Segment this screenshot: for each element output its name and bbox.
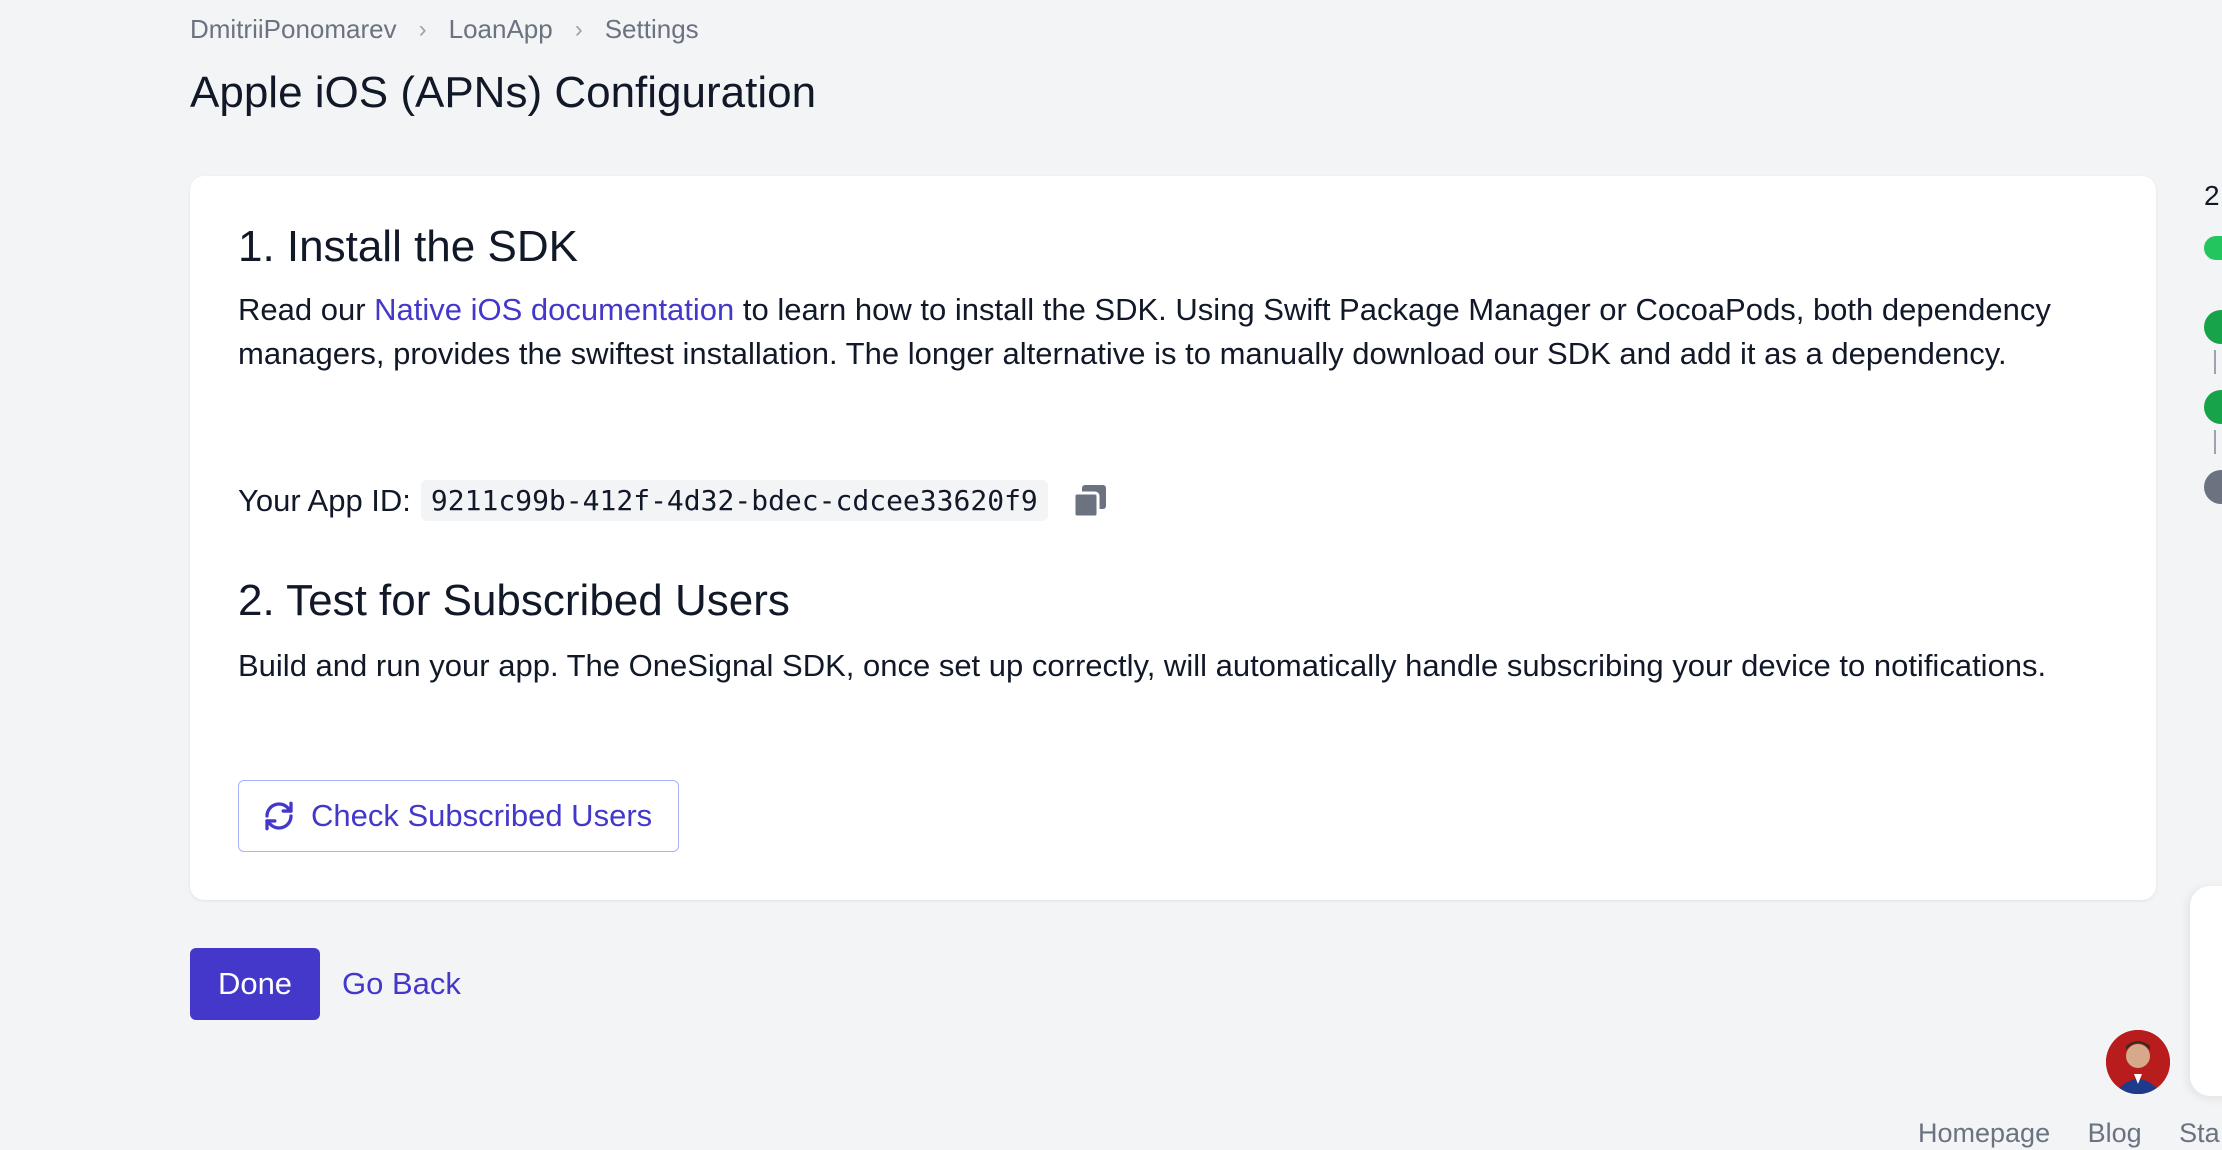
step-pending-icon (2204, 470, 2222, 504)
side-panel (2190, 886, 2222, 1096)
app-id-row: Your App ID: 9211c99b-412f-4d32-bdec-cdc… (238, 480, 1108, 521)
breadcrumb: DmitriiPonomarev › LoanApp › Settings (190, 14, 699, 45)
progress-toggle[interactable] (2204, 236, 2222, 260)
go-back-link[interactable]: Go Back (342, 966, 461, 1002)
step-complete-icon (2204, 310, 2222, 344)
breadcrumb-app-link[interactable]: LoanApp (449, 14, 553, 45)
refresh-icon (261, 798, 297, 834)
step2-description: Build and run your app. The OneSignal SD… (238, 648, 2047, 683)
footer-link-status[interactable]: Sta (2179, 1118, 2220, 1148)
step1-title: 1. Install the SDK (238, 222, 578, 271)
step-connector (2214, 430, 2216, 454)
check-subscribed-users-button[interactable]: Check Subscribed Users (238, 780, 680, 852)
step1-description: Read our Native iOS documentation to lea… (238, 288, 2118, 376)
breadcrumb-separator: › (574, 15, 583, 43)
breadcrumb-separator: › (418, 15, 427, 43)
footer-link-homepage[interactable]: Homepage (1918, 1118, 2050, 1148)
done-button[interactable]: Done (190, 948, 320, 1020)
step-complete-icon (2204, 390, 2222, 424)
app-id-value: 9211c99b-412f-4d32-bdec-cdcee33620f9 (420, 480, 1048, 521)
support-chat-avatar[interactable] (2106, 1030, 2170, 1094)
progress-number: 2 (2204, 180, 2220, 211)
breadcrumb-org-link[interactable]: DmitriiPonomarev (190, 14, 397, 45)
step-connector (2214, 350, 2216, 374)
setup-card: 1. Install the SDK Read our Native iOS d… (190, 176, 2156, 900)
app-id-label: Your App ID: (238, 482, 411, 518)
breadcrumb-settings-link[interactable]: Settings (605, 14, 699, 45)
footer-link-blog[interactable]: Blog (2088, 1118, 2142, 1148)
step1-text-before: Read our (238, 292, 375, 327)
footer: Homepage Blog Sta (1918, 1118, 2222, 1149)
check-subscribed-users-label: Check Subscribed Users (311, 798, 653, 833)
copy-icon[interactable] (1072, 483, 1108, 519)
step2-title: 2. Test for Subscribed Users (238, 576, 790, 625)
native-ios-docs-link[interactable]: Native iOS documentation (374, 292, 734, 327)
page-title: Apple iOS (APNs) Configuration (190, 68, 817, 117)
